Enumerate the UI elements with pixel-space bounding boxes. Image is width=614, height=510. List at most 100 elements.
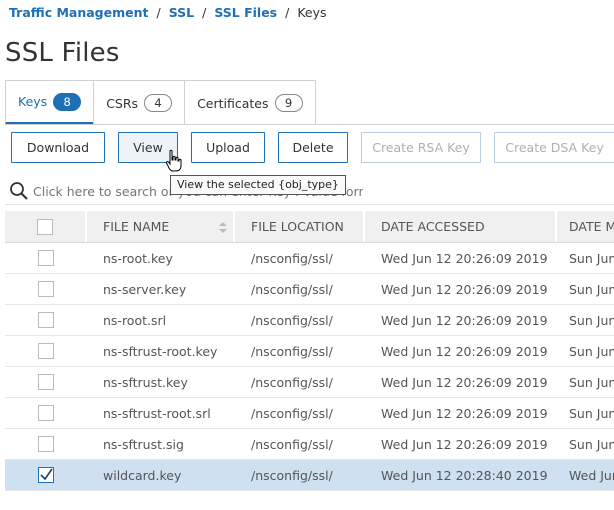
- create-rsa-key-button[interactable]: Create RSA Key: [361, 132, 481, 163]
- date-modified-cell: Wed Jun: [569, 467, 614, 483]
- file-name-cell: ns-sftrust.sig: [103, 436, 184, 452]
- file-name-cell: ns-sftrust-root.srl: [103, 405, 211, 421]
- table-header-row: FILE NAME FILE LOCATION DATE ACCESSED DA…: [5, 211, 614, 243]
- date-accessed-cell: Wed Jun 12 20:26:09 2019: [381, 374, 548, 390]
- upload-button[interactable]: Upload: [191, 132, 265, 163]
- file-location-cell: /nsconfig/ssl/: [251, 467, 333, 483]
- table-row[interactable]: ns-sftrust.sig/nsconfig/ssl/Wed Jun 12 2…: [5, 429, 614, 460]
- header-checkbox-cell: [5, 211, 87, 242]
- tab-keys-count-badge: 8: [53, 92, 82, 111]
- tabs-divider: [5, 124, 614, 125]
- table-body: ns-root.key/nsconfig/ssl/Wed Jun 12 20:2…: [5, 243, 614, 491]
- row-checkbox-cell: [5, 429, 87, 459]
- column-header-date-modified[interactable]: DATE MODIFIED: [557, 211, 614, 242]
- select-all-checkbox[interactable]: [37, 218, 53, 235]
- table-row[interactable]: ns-sftrust-root.key/nsconfig/ssl/Wed Jun…: [5, 336, 614, 367]
- breadcrumb: Traffic Management / SSL / SSL Files / Keys: [9, 5, 327, 20]
- row-checkbox-cell: [5, 367, 87, 397]
- tab-csrs-count-badge: 4: [144, 94, 173, 112]
- row-checkbox[interactable]: [38, 312, 54, 328]
- breadcrumb-traffic-management[interactable]: Traffic Management: [9, 5, 148, 20]
- date-accessed-cell: Wed Jun 12 20:28:40 2019: [381, 467, 548, 483]
- date-accessed-cell: Wed Jun 12 20:26:09 2019: [381, 312, 548, 328]
- file-name-cell: ns-root.srl: [103, 312, 167, 328]
- column-header-label: DATE MODIFIED: [569, 219, 614, 234]
- date-modified-cell: Sun Jun: [569, 436, 614, 452]
- tab-certificates[interactable]: Certificates 9: [184, 80, 316, 125]
- create-dsa-key-button[interactable]: Create DSA Key: [494, 132, 614, 163]
- tab-certificates-count-badge: 9: [274, 94, 303, 112]
- date-modified-cell: Sun Jun: [569, 374, 614, 390]
- download-button[interactable]: Download: [11, 132, 105, 163]
- file-name-cell: ns-sftrust-root.key: [103, 343, 218, 359]
- page-title: SSL Files: [5, 38, 120, 68]
- date-accessed-cell: Wed Jun 12 20:26:09 2019: [381, 405, 548, 421]
- row-checkbox[interactable]: [38, 374, 54, 390]
- column-header-date-accessed[interactable]: DATE ACCESSED: [365, 211, 557, 242]
- column-header-label: FILE LOCATION: [251, 219, 344, 234]
- date-accessed-cell: Wed Jun 12 20:26:09 2019: [381, 436, 548, 452]
- date-modified-cell: Sun Jun: [569, 343, 614, 359]
- date-accessed-cell: Wed Jun 12 20:26:09 2019: [381, 281, 548, 297]
- file-location-cell: /nsconfig/ssl/: [251, 343, 333, 359]
- file-location-cell: /nsconfig/ssl/: [251, 281, 333, 297]
- date-accessed-cell: Wed Jun 12 20:26:09 2019: [381, 343, 548, 359]
- view-button-tooltip: View the selected {obj_type}: [170, 175, 346, 195]
- breadcrumb-ssl-files[interactable]: SSL Files: [214, 5, 277, 20]
- row-checkbox[interactable]: [38, 436, 54, 452]
- row-checkbox[interactable]: [38, 467, 54, 483]
- row-checkbox-cell: [5, 398, 87, 428]
- table-row[interactable]: ns-sftrust-root.srl/nsconfig/ssl/Wed Jun…: [5, 398, 614, 429]
- tab-bar: Keys 8 CSRs 4 Certificates 9: [5, 80, 316, 125]
- tab-csrs-label: CSRs: [106, 95, 139, 111]
- delete-button[interactable]: Delete: [278, 132, 348, 163]
- table-row[interactable]: ns-server.key/nsconfig/ssl/Wed Jun 12 20…: [5, 274, 614, 305]
- sort-icon: [219, 222, 227, 233]
- breadcrumb-ssl[interactable]: SSL: [169, 5, 194, 20]
- keys-table: FILE NAME FILE LOCATION DATE ACCESSED DA…: [5, 211, 614, 491]
- file-name-cell: ns-sftrust.key: [103, 374, 188, 390]
- breadcrumb-separator: /: [285, 5, 290, 20]
- column-header-label: FILE NAME: [103, 219, 170, 234]
- column-header-label: DATE ACCESSED: [381, 219, 485, 234]
- date-modified-cell: Sun Jun: [569, 281, 614, 297]
- tab-csrs[interactable]: CSRs 4: [93, 80, 186, 125]
- column-header-file-location[interactable]: FILE LOCATION: [235, 211, 365, 242]
- row-checkbox-cell: [5, 460, 87, 490]
- hand-pointer-cursor-icon: [165, 149, 182, 172]
- row-checkbox[interactable]: [38, 250, 54, 266]
- file-name-cell: wildcard.key: [103, 467, 182, 483]
- row-checkbox-cell: [5, 274, 87, 304]
- checkmark-icon: [40, 468, 53, 481]
- date-modified-cell: Sun Jun: [569, 250, 614, 266]
- search-underline: [5, 204, 614, 205]
- file-location-cell: /nsconfig/ssl/: [251, 436, 333, 452]
- column-header-file-name[interactable]: FILE NAME: [87, 211, 235, 242]
- tab-certificates-label: Certificates: [197, 95, 269, 111]
- row-checkbox-cell: [5, 336, 87, 366]
- file-name-cell: ns-root.key: [103, 250, 173, 266]
- table-row[interactable]: ns-root.srl/nsconfig/ssl/Wed Jun 12 20:2…: [5, 305, 614, 336]
- table-row[interactable]: ns-root.key/nsconfig/ssl/Wed Jun 12 20:2…: [5, 243, 614, 274]
- action-toolbar: Download View Upload Delete Create RSA K…: [11, 132, 614, 163]
- date-modified-cell: Sun Jun: [569, 405, 614, 421]
- table-row[interactable]: ns-sftrust.key/nsconfig/ssl/Wed Jun 12 2…: [5, 367, 614, 398]
- row-checkbox[interactable]: [38, 343, 54, 359]
- file-location-cell: /nsconfig/ssl/: [251, 312, 333, 328]
- file-location-cell: /nsconfig/ssl/: [251, 250, 333, 266]
- date-modified-cell: Sun Jun: [569, 312, 614, 328]
- tab-keys-label: Keys: [18, 94, 48, 109]
- date-accessed-cell: Wed Jun 12 20:26:09 2019: [381, 250, 548, 266]
- search-icon: [10, 182, 28, 200]
- row-checkbox-cell: [5, 243, 87, 273]
- table-row[interactable]: wildcard.key/nsconfig/ssl/Wed Jun 12 20:…: [5, 460, 614, 491]
- file-name-cell: ns-server.key: [103, 281, 187, 297]
- breadcrumb-current: Keys: [297, 5, 327, 20]
- row-checkbox[interactable]: [38, 281, 54, 297]
- tab-keys[interactable]: Keys 8: [5, 80, 95, 125]
- row-checkbox[interactable]: [38, 405, 54, 421]
- breadcrumb-separator: /: [202, 5, 207, 20]
- breadcrumb-separator: /: [156, 5, 161, 20]
- file-location-cell: /nsconfig/ssl/: [251, 374, 333, 390]
- file-location-cell: /nsconfig/ssl/: [251, 405, 333, 421]
